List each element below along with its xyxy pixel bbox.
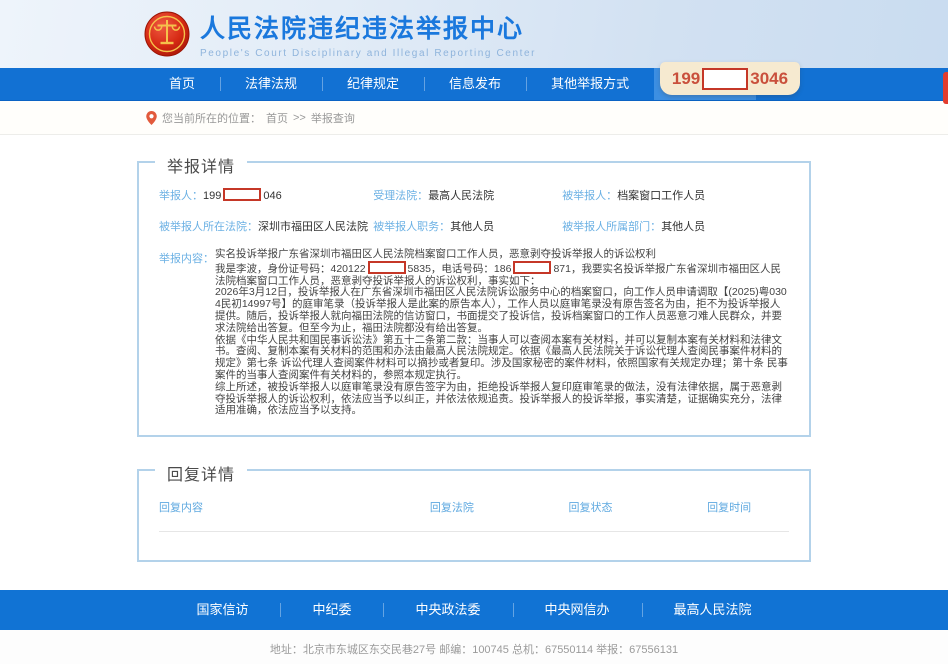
query-number-suffix: 3046 — [750, 69, 788, 89]
report-content-line: 综上所述，被投诉举报人以庭审笔录没有原告签字为由，拒绝投诉举报人复印庭审笔录的做… — [215, 382, 789, 417]
reply-column-header: 回复法院 — [430, 499, 569, 515]
text-segment: 最高人民法院 — [428, 190, 494, 202]
report-detail-title: 举报详情 — [155, 153, 247, 177]
text-segment: 综上所述，被投诉举报人以庭审笔录没有原告签字为由，拒绝投诉举报人复印庭审笔录的做… — [215, 381, 782, 417]
report-detail-panel: 举报详情 举报人：199046受理法院：最高人民法院被举报人：档案窗口工作人员被… — [137, 161, 811, 437]
text-segment: 5835，电话号码：186 — [408, 263, 512, 275]
field-value: 深圳市福田区人民法院 — [258, 221, 368, 233]
report-content-line: 依据《中华人民共和国民事诉讼法》第五十二条第二款：当事人可以查阅本案有关材料，并… — [215, 335, 789, 382]
footer-links: 国家信访中纪委中央政法委中央网信办最高人民法院 — [0, 590, 948, 630]
field-value: 其他人员 — [661, 221, 705, 233]
reply-detail-title: 回复详情 — [155, 461, 247, 485]
text-segment: 046 — [263, 190, 281, 202]
field-value: 档案窗口工作人员 — [617, 190, 705, 202]
court-emblem-icon — [144, 11, 190, 57]
report-content-lines: 实名投诉举报广东省深圳市福田区人民法院档案窗口工作人员，恶意剥夺投诉举报人的诉讼… — [215, 249, 789, 417]
text-segment: 深圳市福田区人民法院 — [258, 221, 368, 233]
redaction-box — [513, 261, 551, 274]
field-label: 受理法院： — [373, 190, 428, 202]
text-segment: 档案窗口工作人员 — [617, 190, 705, 202]
location-pin-icon — [146, 111, 157, 125]
reply-table-empty-row — [159, 532, 789, 560]
breadcrumb-label: 您当前所在的位置： — [162, 110, 261, 126]
text-segment: 依据《中华人民共和国民事诉讼法》第五十二条第二款：当事人可以查阅本案有关材料，并… — [215, 334, 788, 381]
field-label: 被举报人所在法院： — [159, 221, 258, 233]
redaction-box — [223, 188, 261, 201]
field: 被举报人所属部门：其他人员 — [562, 218, 789, 234]
report-content-label: 举报内容： — [159, 250, 214, 266]
site-subtitle: People's Court Disciplinary and Illegal … — [200, 48, 536, 59]
text-segment: 实名投诉举报广东省深圳市福田区人民法院档案窗口工作人员，恶意剥夺投诉举报人的诉讼… — [215, 248, 656, 260]
text-segment: 其他人员 — [661, 221, 705, 233]
site-title: 人民法院违纪违法举报中心 — [200, 9, 536, 45]
footer-link-supreme-court[interactable]: 最高人民法院 — [642, 590, 784, 630]
main-nav: 首页法律法规纪律规定信息发布其他举报方式举报查询 199 3046 — [0, 68, 948, 101]
field-row: 被举报人所在法院：深圳市福田区人民法院被举报人职务：其他人员被举报人所属部门：其… — [159, 218, 789, 234]
field: 受理法院：最高人民法院 — [373, 187, 562, 203]
redaction-box — [368, 261, 406, 274]
edge-widget-fragment[interactable] — [943, 72, 948, 104]
field: 举报人：199 046 — [159, 187, 373, 203]
text-segment: 其他人员 — [450, 221, 494, 233]
field: 被举报人职务：其他人员 — [373, 218, 562, 234]
redaction-box — [702, 68, 748, 90]
field: 被举报人：档案窗口工作人员 — [562, 187, 789, 203]
nav-item-home[interactable]: 首页 — [144, 68, 220, 100]
page: 人民法院违纪违法举报中心 People's Court Disciplinary… — [0, 0, 948, 664]
reply-column-header: 回复状态 — [568, 499, 707, 515]
field-value: 最高人民法院 — [428, 190, 494, 202]
reply-detail-panel: 回复详情 回复内容回复法院回复状态回复时间 — [137, 469, 811, 562]
footer-address: 地址：北京市东城区东交民巷27号 邮编：100745 总机：67550114 举… — [0, 641, 948, 657]
header-inner: 人民法院违纪违法举报中心 People's Court Disciplinary… — [144, 9, 804, 59]
report-content: 举报内容： 实名投诉举报广东省深圳市福田区人民法院档案窗口工作人员，恶意剥夺投诉… — [159, 249, 789, 417]
breadcrumb-current: 举报查询 — [311, 110, 355, 126]
reply-table-header: 回复内容回复法院回复状态回复时间 — [159, 495, 789, 532]
footer-info: 地址：北京市东城区东交民巷27号 邮编：100745 总机：67550114 举… — [0, 630, 948, 664]
main-content: 举报详情 举报人：199046受理法院：最高人民法院被举报人：档案窗口工作人员被… — [0, 135, 948, 590]
site-footer: 国家信访中纪委中央政法委中央网信办最高人民法院 地址：北京市东城区东交民巷27号… — [0, 590, 948, 664]
field-value: 其他人员 — [450, 221, 494, 233]
query-number-badge: 199 3046 — [660, 62, 800, 95]
field: 被举报人所在法院：深圳市福田区人民法院 — [159, 218, 373, 234]
footer-link-ccdi[interactable]: 中纪委 — [280, 590, 383, 630]
text-segment: 199 — [203, 190, 221, 202]
breadcrumb: 您当前所在的位置： 首页 >> 举报查询 — [0, 101, 948, 135]
nav-item-laws[interactable]: 法律法规 — [220, 68, 322, 100]
nav-item-information[interactable]: 信息发布 — [424, 68, 526, 100]
report-fields: 举报人：199046受理法院：最高人民法院被举报人：档案窗口工作人员被举报人所在… — [159, 187, 789, 234]
field-value: 199 046 — [203, 190, 282, 202]
breadcrumb-separator: >> — [293, 112, 306, 124]
site-header: 人民法院违纪违法举报中心 People's Court Disciplinary… — [0, 0, 948, 68]
field-row: 举报人：199046受理法院：最高人民法院被举报人：档案窗口工作人员 — [159, 187, 789, 203]
nav-item-discipline-rules[interactable]: 纪律规定 — [322, 68, 424, 100]
reply-column-header: 回复内容 — [159, 499, 430, 515]
report-content-line: 我是李波，身份证号码：4201225835，电话号码：186871，我要实名投诉… — [215, 261, 789, 288]
text-segment: 2026年3月12日，投诉举报人在广东省深圳市福田区人民法院诉讼服务中心的档案窗… — [215, 286, 787, 333]
footer-link-cyberspace-administration[interactable]: 中央网信办 — [513, 590, 642, 630]
reply-column-header: 回复时间 — [707, 499, 789, 515]
report-content-line: 实名投诉举报广东省深圳市福田区人民法院档案窗口工作人员，恶意剥夺投诉举报人的诉讼… — [215, 249, 789, 261]
breadcrumb-home-link[interactable]: 首页 — [266, 110, 288, 126]
header-titles: 人民法院违纪违法举报中心 People's Court Disciplinary… — [200, 9, 536, 59]
field-label: 被举报人职务： — [373, 221, 450, 233]
field-label: 举报人： — [159, 190, 203, 202]
query-number-prefix: 199 — [672, 69, 700, 89]
report-content-line: 2026年3月12日，投诉举报人在广东省深圳市福田区人民法院诉讼服务中心的档案窗… — [215, 287, 789, 334]
footer-link-national-petition[interactable]: 国家信访 — [164, 590, 280, 630]
footer-link-central-political-legal-committee[interactable]: 中央政法委 — [383, 590, 512, 630]
nav-item-other-report-methods[interactable]: 其他举报方式 — [526, 68, 654, 100]
field-label: 被举报人所属部门： — [562, 221, 661, 233]
field-label: 被举报人： — [562, 190, 617, 202]
text-segment: 我是李波，身份证号码：420122 — [215, 263, 366, 275]
